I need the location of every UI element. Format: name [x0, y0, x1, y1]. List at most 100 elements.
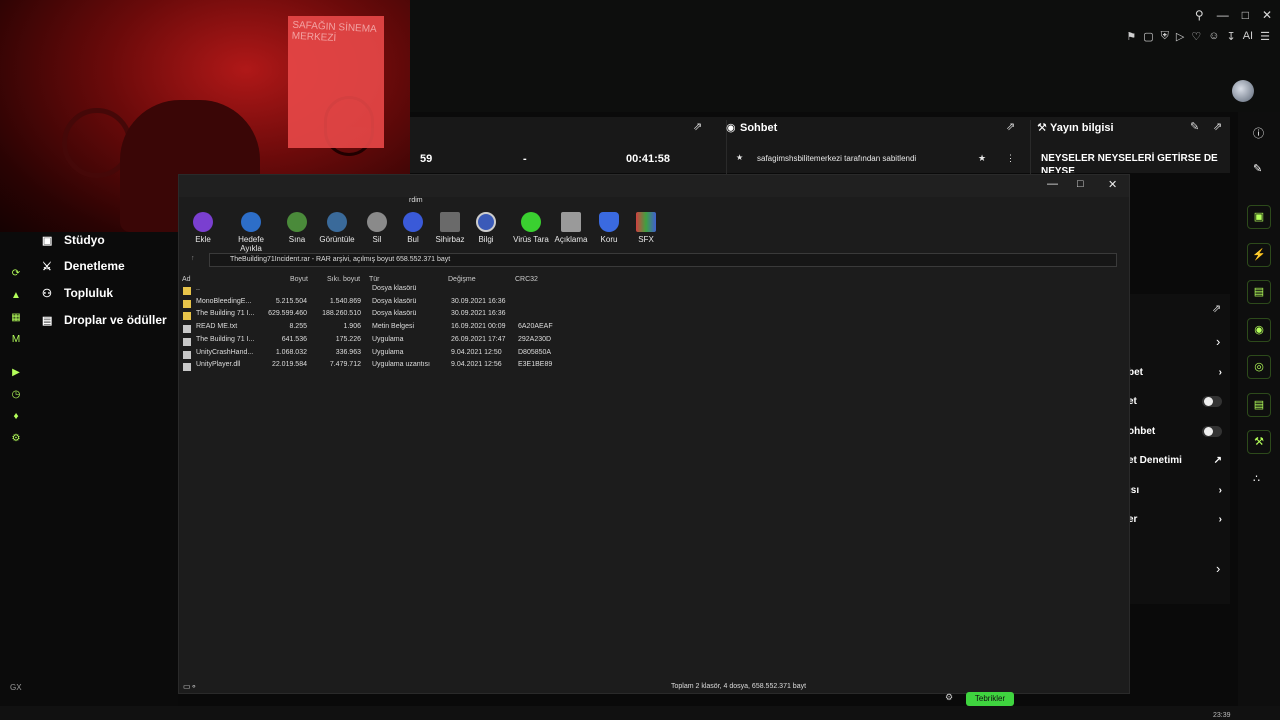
file-row[interactable]: UnityPlayer.dll 22.019.584 7.479.712 Uygula…: [181, 361, 781, 373]
account-icon[interactable]: ☺: [1208, 30, 1219, 43]
file-row[interactable]: The Building 71 I... 629.599.460 188.260.5…: [181, 310, 781, 322]
unpin-icon[interactable]: ★: [978, 153, 986, 164]
nav-item-community[interactable]: ⚇ Topluluk: [42, 286, 113, 300]
setting-row[interactable]: et: [1128, 391, 1230, 411]
nav-item-studio[interactable]: ▣ Stüdyo: [42, 233, 105, 247]
up-arrow-icon[interactable]: ↑: [191, 255, 195, 262]
pencil-icon[interactable]: ✎: [1253, 162, 1262, 175]
file-icon: [183, 337, 191, 346]
maximize-icon[interactable]: □: [1242, 8, 1249, 22]
file-row[interactable]: .. Dosya klasörü: [181, 285, 781, 297]
minimize-icon[interactable]: —: [1047, 178, 1058, 190]
folder-icon: [183, 312, 191, 321]
file-name: ..: [196, 285, 200, 292]
stream-title-line2: NEYSE: [1041, 166, 1075, 173]
settings-icon[interactable]: ⚙: [10, 433, 22, 445]
ai-icon[interactable]: AI: [1243, 30, 1253, 43]
extract-to-button[interactable]: Hedefe Ayıkla: [227, 205, 275, 253]
notification-pill[interactable]: Tebrikler: [966, 692, 1014, 706]
chart-icon: ↗: [1213, 454, 1222, 466]
play-circle-icon[interactable]: ▶: [10, 367, 22, 379]
chat-popout-icon[interactable]: ⇗: [1006, 120, 1015, 133]
broadcast-icon[interactable]: ◎: [1247, 355, 1271, 379]
avatar[interactable]: [1232, 80, 1254, 102]
status-text: Toplam 2 klasör, 4 dosya, 658.552.371 ba…: [671, 683, 807, 690]
setting-row[interactable]: er ›: [1128, 509, 1230, 529]
add-button[interactable]: Ekle: [179, 205, 227, 244]
setting-row[interactable]: ohbet: [1128, 421, 1230, 441]
search-icon[interactable]: ⚲: [1195, 8, 1204, 22]
lightning-icon[interactable]: ⚡: [1247, 243, 1271, 267]
sync-icon[interactable]: ⟳: [10, 268, 22, 280]
file-size: 22.019.584: [271, 361, 307, 369]
minimize-icon[interactable]: —: [1217, 8, 1229, 22]
info-icon[interactable]: ⓘ: [1253, 125, 1264, 141]
file-type: Uygulama uzantısı: [372, 361, 430, 369]
edit-icon[interactable]: ✎: [1190, 120, 1199, 133]
path-bar[interactable]: TheBuilding71Incident.rar - RAR arşivi, …: [209, 253, 1117, 267]
layout-icon[interactable]: ▤: [1247, 393, 1271, 417]
file-row[interactable]: READ ME.txt 8.255 1.906 Metin Belgesi 16.09.…: [181, 323, 781, 335]
toggle-switch[interactable]: [1202, 425, 1222, 437]
file-icon: [183, 350, 191, 359]
sfx-button[interactable]: SFX: [622, 205, 670, 244]
document-icon[interactable]: ▤: [1247, 280, 1271, 304]
screenshot-icon[interactable]: ▢: [1143, 30, 1153, 43]
menu-icon[interactable]: ☰: [1260, 30, 1270, 43]
info-icon: [476, 212, 496, 232]
file-crc: 292A230D: [518, 335, 552, 343]
nav-item-drops[interactable]: ▤ Droplar ve ödüller: [42, 313, 167, 327]
sword-icon: ⚔: [42, 260, 52, 273]
play-icon[interactable]: ▷: [1176, 30, 1184, 43]
settings-icon[interactable]: ⚙: [945, 692, 953, 703]
info-popout-icon[interactable]: ⇗: [1213, 120, 1222, 133]
m-icon[interactable]: M: [10, 334, 22, 346]
file-type: Dosya klasörü: [372, 285, 417, 292]
clock-icon[interactable]: ◷: [10, 389, 22, 401]
panel-popout-icon[interactable]: ⇗: [1212, 302, 1221, 315]
file-modified: 30.09.2021 16:36: [451, 297, 506, 305]
column-packed[interactable]: Sıkı. boyut: [327, 276, 360, 283]
close-icon[interactable]: ✕: [1108, 178, 1117, 191]
puzzle-icon[interactable]: ♦: [10, 411, 22, 423]
column-size[interactable]: Boyut: [290, 276, 308, 283]
file-row[interactable]: UnityCrashHand... 1.068.032 336.963 Uygulam…: [181, 349, 781, 361]
column-modified[interactable]: Değişme: [448, 276, 476, 283]
file-row[interactable]: The Building 71 I... 641.536 175.226 Uygula…: [181, 336, 781, 348]
window-controls: ⚲ — □ ✕: [1195, 8, 1272, 22]
heart-icon[interactable]: ♡: [1191, 30, 1201, 43]
bookmark-icon[interactable]: ⚑: [1126, 30, 1136, 43]
wrench-icon[interactable]: ⚒: [1247, 430, 1271, 454]
popout-icon[interactable]: ⇗: [693, 120, 702, 133]
setting-row[interactable]: et Denetimi ↗: [1128, 450, 1230, 470]
setting-row[interactable]: ısı ›: [1128, 480, 1230, 500]
chevron-right-icon[interactable]: ›: [1216, 561, 1220, 576]
chevron-right-icon: ›: [1218, 513, 1222, 525]
extensions-icon[interactable]: ∴: [1253, 472, 1260, 485]
more-icon[interactable]: ⋮: [1006, 153, 1015, 164]
view-icon: [327, 212, 347, 232]
setting-row[interactable]: bet ›: [1128, 362, 1230, 382]
column-type[interactable]: Tür: [369, 276, 380, 283]
close-icon[interactable]: ✕: [1262, 8, 1272, 22]
column-crc[interactable]: CRC32: [515, 276, 538, 283]
file-row[interactable]: MonoBleedingE... 5.215.504 1.540.869 Dosya …: [181, 298, 781, 310]
chevron-right-icon[interactable]: ›: [1216, 334, 1220, 349]
download-icon[interactable]: ↧: [1227, 30, 1236, 43]
setting-label: et Denetimi: [1128, 454, 1182, 466]
toolbar: Ekle Hedefe Ayıkla Sına Görüntüle Sil Bu…: [179, 205, 1129, 253]
extract-icon: [241, 212, 261, 232]
nav-item-moderation[interactable]: ⚔ Denetleme: [42, 259, 125, 273]
info-button[interactable]: Bilgi: [462, 205, 510, 244]
toggle-switch[interactable]: [1202, 395, 1222, 407]
grid-icon[interactable]: ▦: [10, 312, 22, 324]
file-size: 629.599.460: [268, 310, 307, 318]
maximize-icon[interactable]: □: [1077, 178, 1084, 190]
message-icon[interactable]: ◉: [1247, 318, 1271, 342]
shield-icon[interactable]: ⛨: [1161, 30, 1169, 43]
file-crc: 6A20AEAF: [518, 323, 553, 331]
taskbar: [0, 706, 1280, 720]
camera-icon[interactable]: ▣: [1247, 205, 1271, 229]
column-name[interactable]: Ad: [182, 276, 191, 283]
shop-icon[interactable]: ▲: [10, 290, 22, 302]
